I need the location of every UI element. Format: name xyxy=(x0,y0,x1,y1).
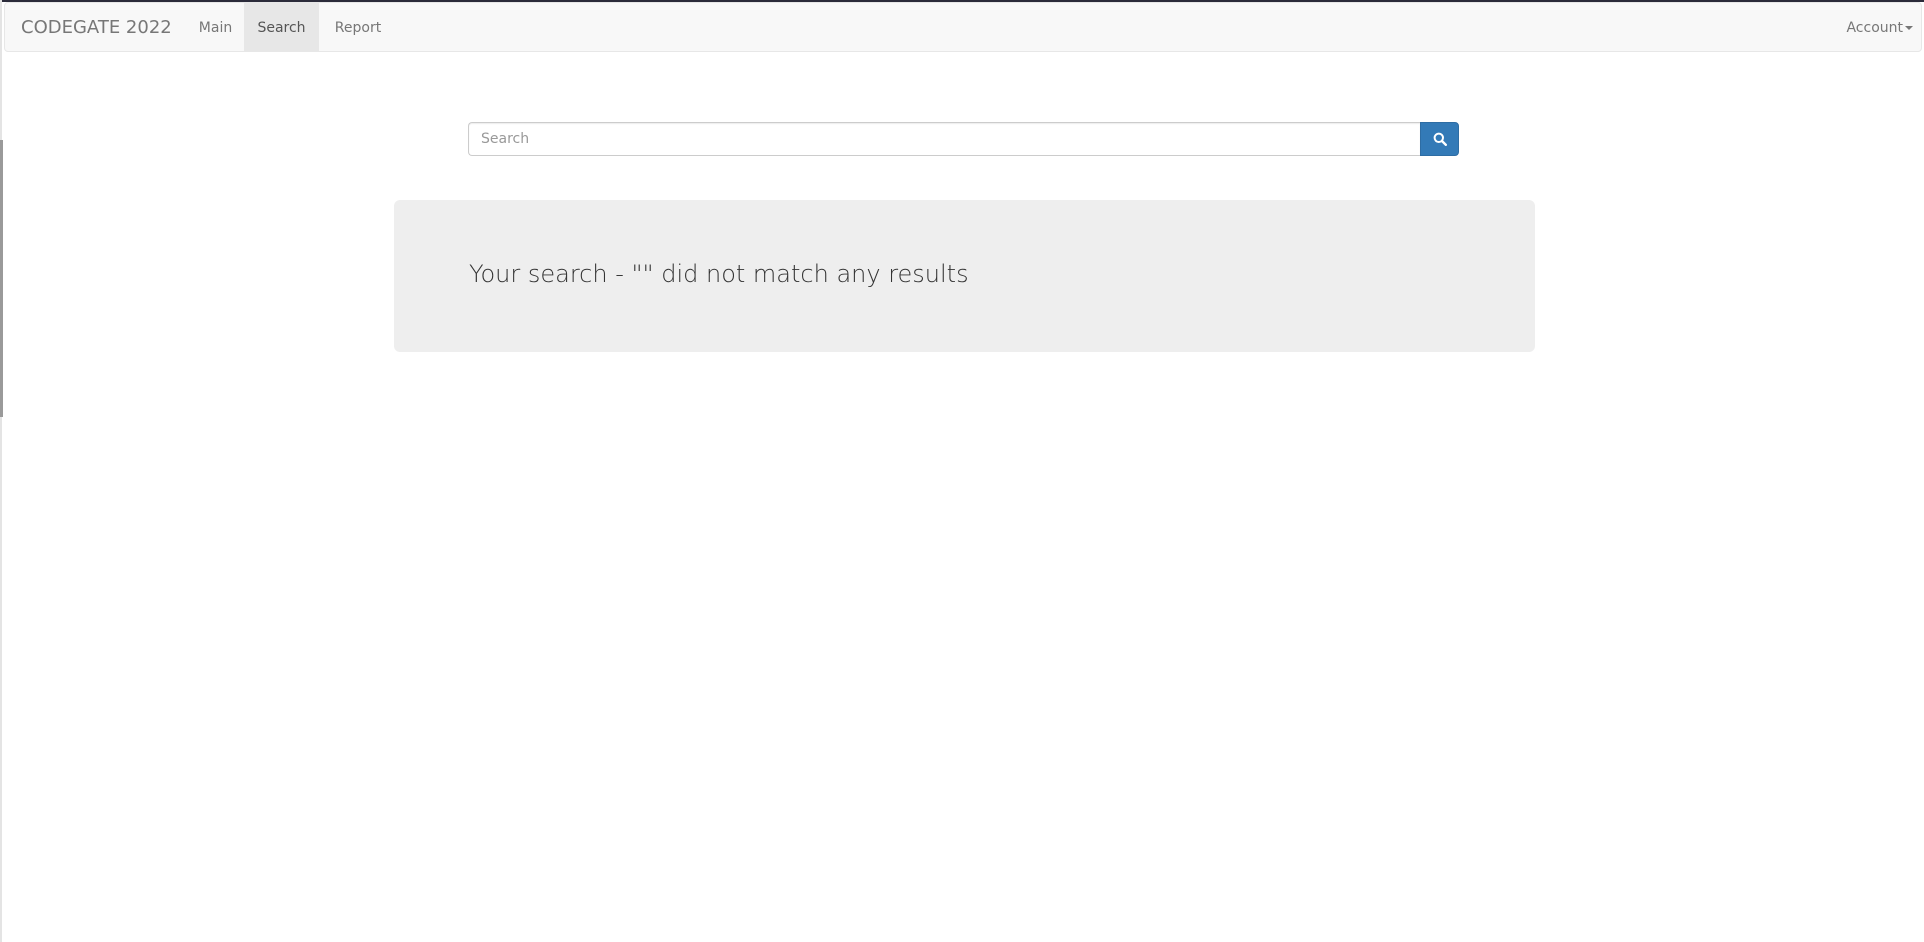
search-input[interactable] xyxy=(468,122,1420,156)
no-results-message: Your search - "" did not match any resul… xyxy=(469,260,969,288)
left-edge-scroll-indicator xyxy=(0,140,3,417)
account-label: Account xyxy=(1846,20,1903,36)
search-form xyxy=(468,122,1459,156)
results-panel: Your search - "" did not match any resul… xyxy=(394,200,1535,352)
caret-down-icon xyxy=(1905,26,1913,30)
search-button[interactable] xyxy=(1420,122,1459,156)
nav-item-search[interactable]: Search xyxy=(244,3,319,51)
account-dropdown[interactable]: Account xyxy=(1846,3,1913,51)
navbar: CODEGATE 2022 Main Search Report Account xyxy=(4,2,1922,52)
nav-item-main[interactable]: Main xyxy=(184,3,247,51)
brand-link[interactable]: CODEGATE 2022 xyxy=(21,3,172,51)
search-icon xyxy=(1433,132,1447,146)
nav-item-report[interactable]: Report xyxy=(319,3,397,51)
